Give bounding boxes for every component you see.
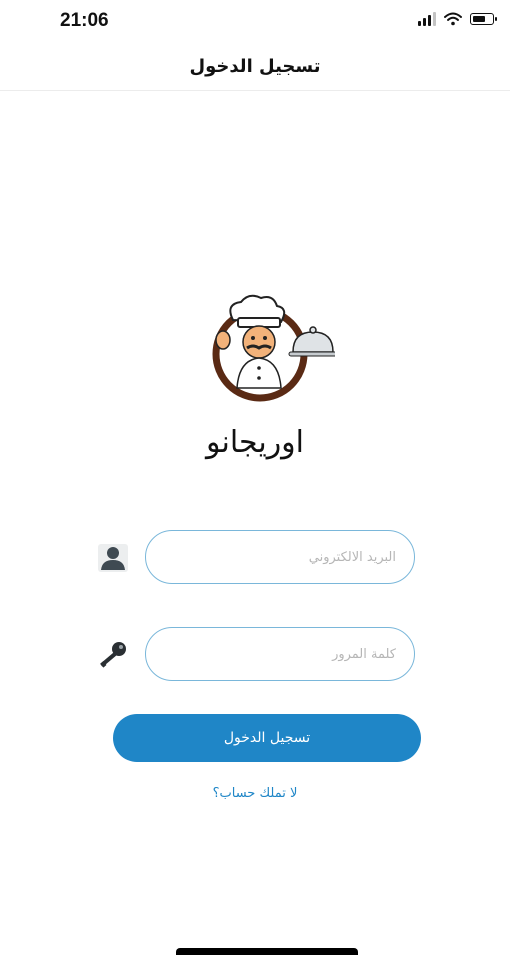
status-time: 21:06 <box>60 10 109 31</box>
password-field[interactable] <box>145 627 415 681</box>
wifi-icon <box>444 12 462 26</box>
user-icon <box>98 544 128 572</box>
page-title: تسجيل الدخول <box>189 56 321 77</box>
signal-icon <box>418 12 436 26</box>
login-button[interactable]: تسجيل الدخول <box>113 714 421 762</box>
email-row <box>95 530 425 586</box>
email-field[interactable] <box>145 530 415 584</box>
home-indicator <box>176 948 358 955</box>
status-bar: 21:06 <box>0 0 510 40</box>
nav-bar: تسجيل الدخول <box>0 44 510 91</box>
battery-icon <box>470 13 497 25</box>
signup-link[interactable]: لا تملك حساب؟ <box>0 786 510 801</box>
app-name: اوريجانو <box>205 425 304 460</box>
chef-logo <box>212 294 335 402</box>
key-icon <box>100 642 126 668</box>
status-icons <box>418 12 497 26</box>
password-row <box>95 627 425 683</box>
